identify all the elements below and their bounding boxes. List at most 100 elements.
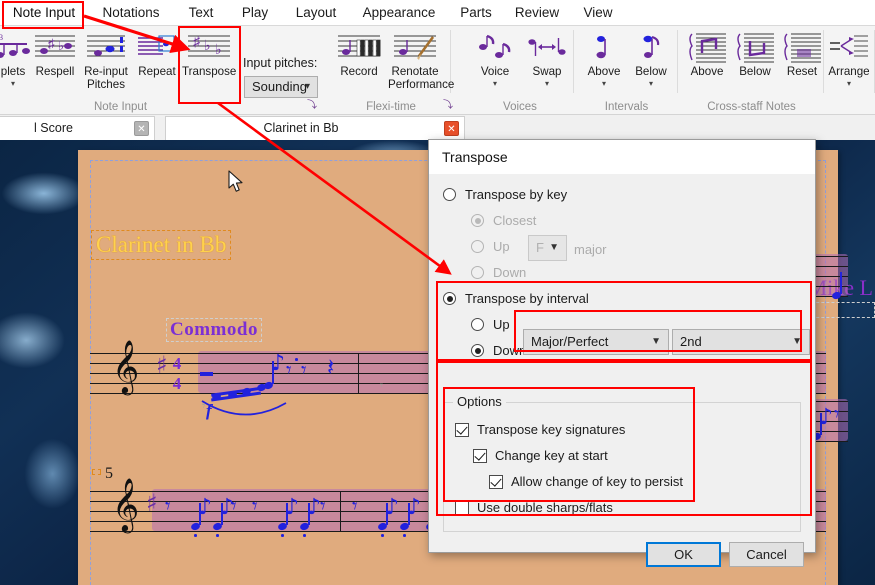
ribbon-tab-appearance[interactable]: Appearance	[354, 0, 444, 25]
ribbon-tab-bar: Note Input Notations Text Play Layout Appeara…	[0, 0, 875, 25]
eighth-flag: ♪	[307, 495, 322, 520]
treble-clef-icon[interactable]: 𝄞	[112, 343, 139, 389]
ribbon-button-record[interactable]: Record	[332, 30, 386, 79]
close-icon[interactable]: ✕	[444, 121, 459, 136]
dialog-title: Transpose	[429, 140, 815, 174]
ribbon-button-label: Swap	[532, 65, 562, 78]
renotate-performance-icon	[388, 30, 442, 64]
eighth-rest[interactable]: 𝄾	[252, 496, 258, 517]
ribbon-tab-note-input[interactable]: Note Input	[6, 0, 82, 25]
interval-up-radio[interactable]	[471, 318, 484, 331]
ribbon-tab-view[interactable]: View	[574, 0, 622, 25]
option-change-key-at-start-checkbox[interactable]	[473, 448, 487, 463]
chevron-down-icon: ▼	[651, 336, 661, 347]
barline[interactable]	[340, 491, 341, 532]
time-signature-bottom[interactable]: 4	[170, 375, 184, 392]
ribbon-button-label: Repeat	[138, 65, 176, 78]
staccato-dot	[281, 534, 284, 537]
interval-down-radio-row[interactable]: Down	[471, 343, 526, 358]
ribbon-button-above[interactable]: Above ▾	[577, 30, 631, 88]
ribbon-button-reset[interactable]: Reset	[775, 30, 829, 79]
ribbon-tab-text[interactable]: Text	[178, 0, 224, 25]
chevron-down-icon[interactable]: ▾	[468, 79, 522, 88]
chevron-down-icon[interactable]: ▾	[822, 79, 875, 88]
ribbon-button-re-input-pitches[interactable]: Re-input Pitches	[79, 30, 133, 91]
key-signature-sharp-icon[interactable]: ♯	[156, 351, 168, 379]
part-title-text[interactable]: Clarinet in Bb	[91, 230, 232, 260]
arrange-icon	[822, 30, 875, 64]
time-signature-top[interactable]: 4	[170, 355, 184, 372]
cancel-button[interactable]: Cancel	[729, 542, 804, 567]
eighth-flag: ♪	[385, 495, 400, 520]
svg-text:♯: ♯	[193, 33, 201, 49]
transpose-dialog[interactable]: Transpose Transpose by key Closest Up F …	[428, 139, 816, 567]
close-icon[interactable]: ✕	[134, 121, 149, 136]
ribbon-button-arrange[interactable]: Arrange ▾	[822, 30, 875, 88]
half-rest-mark[interactable]	[200, 372, 213, 376]
dialog-launcher-icon[interactable]: ⤵	[442, 100, 454, 112]
option-allow-change-persist-checkbox[interactable]	[489, 474, 503, 489]
option-double-sharps-flats-checkbox[interactable]	[455, 500, 469, 515]
ribbon-button-transpose[interactable]: ♯ ♭ ♭ Transpose	[182, 30, 236, 79]
transpose-by-interval-radio-row[interactable]: Transpose by interval	[443, 291, 589, 306]
option-change-key-at-start-row[interactable]: Change key at start	[473, 448, 608, 463]
ribbon-tab-play[interactable]: Play	[232, 0, 278, 25]
ribbon-tab-layout[interactable]: Layout	[286, 0, 346, 25]
eighth-flag: ♪	[271, 351, 286, 376]
option-allow-change-persist-label: Allow change of key to persist	[511, 474, 683, 489]
option-transpose-key-signatures-row[interactable]: Transpose key signatures	[455, 422, 625, 437]
ribbon-button-repeat[interactable]: Repeat	[130, 30, 184, 79]
repeat-note-icon	[130, 30, 184, 64]
chevron-down-icon[interactable]: ▾	[624, 79, 678, 88]
input-pitches-select[interactable]: Sounding ▾	[244, 76, 318, 98]
ribbon-button-swap[interactable]: Swap ▾	[520, 30, 574, 88]
transpose-by-key-radio[interactable]	[443, 188, 456, 201]
ribbon: Note Input Notations Text Play Layout Appeara…	[0, 0, 875, 115]
ribbon-button-voice[interactable]: Voice ▾	[468, 30, 522, 88]
transpose-by-key-radio-row[interactable]: Transpose by key	[443, 187, 567, 202]
eighth-rest[interactable]: 𝄾	[834, 404, 840, 425]
quarter-rest[interactable]: 𝄽	[327, 355, 334, 379]
crossstaff-above-icon	[680, 30, 734, 64]
svg-text:♭: ♭	[58, 38, 64, 53]
barline[interactable]	[358, 353, 359, 394]
eighth-rest[interactable]: 𝄾	[301, 360, 307, 381]
interval-quality-select[interactable]: Major/Perfect ▼	[523, 329, 669, 355]
ribbon-button-label: Arrange	[828, 65, 870, 78]
ribbon-button-respell[interactable]: ♯ ♭ Respell	[28, 30, 82, 79]
group-divider	[240, 30, 241, 93]
tempo-text[interactable]: Commodo	[166, 318, 262, 342]
eighth-rest[interactable]: 𝄾	[320, 496, 326, 517]
transpose-by-interval-radio[interactable]	[443, 292, 456, 305]
chevron-down-icon[interactable]: ▾	[577, 79, 631, 88]
interval-down-radio[interactable]	[471, 344, 484, 357]
eighth-rest[interactable]: 𝄾	[352, 496, 358, 517]
treble-clef-icon[interactable]: 𝄞	[112, 481, 139, 527]
interval-size-select[interactable]: 2nd ▼	[672, 329, 810, 355]
ribbon-tab-parts[interactable]: Parts	[452, 0, 500, 25]
ok-button[interactable]: OK	[646, 542, 721, 567]
dialog-launcher-icon[interactable]: ⤵	[306, 100, 318, 112]
chevron-down-icon[interactable]: ▾	[520, 79, 574, 88]
ribbon-button-below[interactable]: Below	[728, 30, 782, 79]
ribbon-button-below[interactable]: Below ▾	[624, 30, 678, 88]
interval-up-radio-row[interactable]: Up	[471, 317, 510, 332]
eighth-rest[interactable]: 𝄾	[165, 496, 171, 517]
key-down-label: Down	[493, 265, 527, 280]
option-allow-change-persist-row[interactable]: Allow change of key to persist	[489, 474, 683, 489]
document-tab[interactable]: Clarinet in Bb ✕	[165, 116, 465, 140]
eighth-rest[interactable]: 𝄾	[231, 496, 237, 517]
ribbon-tab-review[interactable]: Review	[508, 0, 566, 25]
option-transpose-key-signatures-checkbox[interactable]	[455, 422, 469, 437]
ribbon-tab-notations[interactable]: Notations	[90, 0, 172, 25]
transpose-by-key-label: Transpose by key	[465, 187, 568, 202]
key-mode-label: major	[574, 242, 607, 257]
option-double-sharps-flats-row[interactable]: Use double sharps/flats	[455, 500, 613, 515]
key-down-radio-row: Down	[471, 265, 526, 280]
eighth-rest[interactable]: 𝄾	[286, 360, 292, 381]
ribbon-button-above[interactable]: Above	[680, 30, 734, 79]
document-tab[interactable]: l Score ✕	[0, 116, 155, 140]
chevron-down-icon[interactable]: ▾	[0, 79, 40, 88]
key-signature-sharp-icon[interactable]: ♯	[146, 489, 158, 517]
ribbon-button-renotate-performance[interactable]: Renotate Performance	[388, 30, 454, 91]
